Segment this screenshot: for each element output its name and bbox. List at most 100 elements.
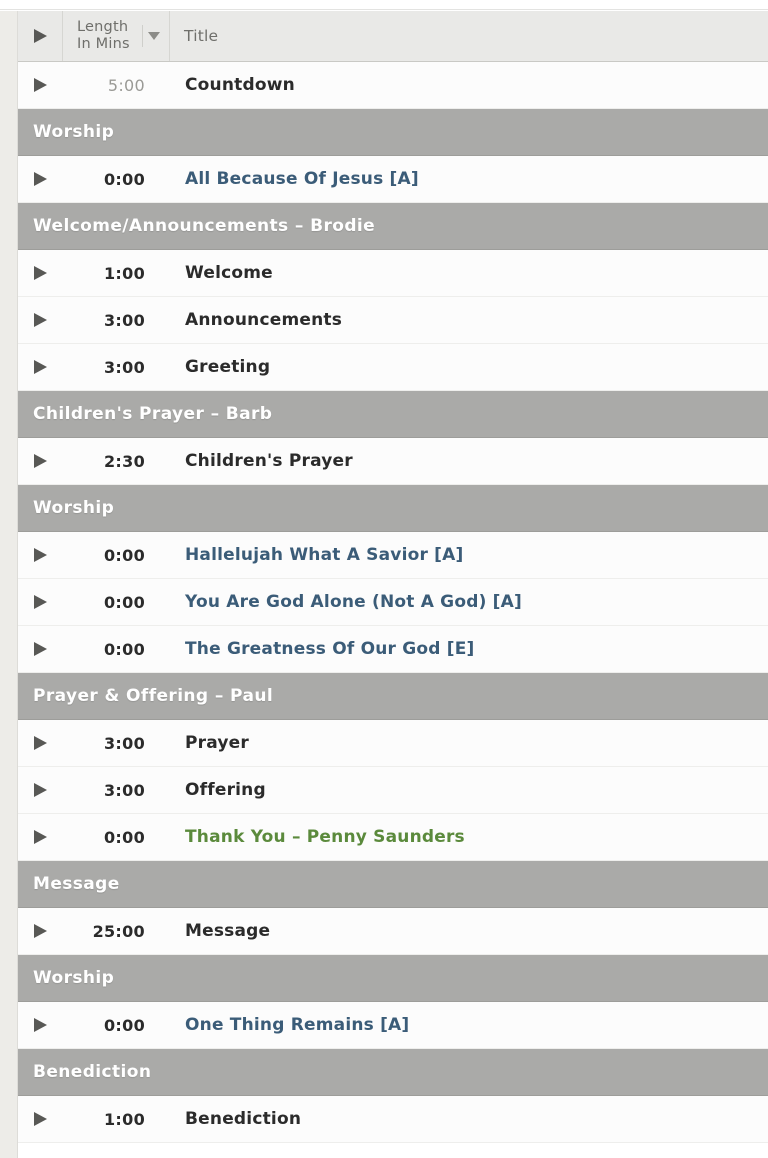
- row-title-cell: Welcome: [185, 263, 273, 283]
- row-length-cell: 1:00: [104, 1109, 145, 1129]
- row-length-cell: 0:00: [104, 592, 145, 612]
- table-row[interactable]: 5:00 Countdown: [18, 62, 768, 109]
- row-title-cell[interactable]: You Are God Alone (Not A God) [A]: [170, 592, 768, 612]
- play-icon: [34, 736, 47, 750]
- row-length-cell: 2:30: [104, 451, 145, 471]
- table-row[interactable]: 0:00 You Are God Alone (Not A God) [A]: [18, 579, 768, 626]
- plan-rows: 5:00 Countdown Worship 0:00 All Because Of J…: [18, 62, 768, 1143]
- table-row[interactable]: 2:30 Children's Prayer: [18, 438, 768, 485]
- row-play-button[interactable]: [18, 642, 63, 656]
- table-row[interactable]: 0:00 Hallelujah What A Savior [A]: [18, 532, 768, 579]
- window-top-strip: [0, 0, 768, 10]
- row-length-cell: 1:00: [104, 263, 145, 283]
- table-header-row: Length In Mins Title: [18, 11, 768, 62]
- row-length-cell: 0:00: [104, 1015, 145, 1035]
- row-title-cell[interactable]: All Because Of Jesus [A]: [170, 169, 768, 189]
- row-play-button[interactable]: [18, 454, 63, 468]
- row-play-button[interactable]: [18, 266, 63, 280]
- play-icon: [34, 313, 47, 327]
- section-header-label: Benediction: [33, 1062, 152, 1082]
- header-length-label-line1: Length: [77, 19, 129, 35]
- play-icon: [34, 924, 47, 938]
- row-title-cell[interactable]: Thank You – Penny Saunders: [170, 827, 768, 847]
- row-title-cell: Greeting: [185, 357, 271, 377]
- table-row[interactable]: 3:00 Offering: [18, 767, 768, 814]
- row-length-cell: 0:00: [104, 169, 145, 189]
- row-play-button[interactable]: [18, 313, 63, 327]
- row-length-cell: 25:00: [92, 921, 145, 941]
- section-header-row[interactable]: Worship: [18, 109, 768, 156]
- header-length-label-line2: In Mins: [77, 36, 130, 52]
- section-header-row[interactable]: Worship: [18, 955, 768, 1002]
- row-play-button[interactable]: [18, 830, 63, 844]
- section-header-label: Worship: [33, 968, 115, 988]
- row-title-cell: Prayer: [185, 733, 249, 753]
- chevron-down-icon[interactable]: [148, 32, 160, 40]
- play-icon: [33, 29, 47, 43]
- row-play-button[interactable]: [18, 172, 63, 186]
- play-icon: [34, 548, 47, 562]
- header-title-label: Title: [184, 27, 219, 45]
- play-icon: [34, 172, 47, 186]
- play-icon: [34, 78, 47, 92]
- row-play-button[interactable]: [18, 1112, 63, 1126]
- row-play-button[interactable]: [18, 783, 63, 797]
- row-title-cell[interactable]: One Thing Remains [A]: [170, 1015, 768, 1035]
- play-icon: [34, 1018, 47, 1032]
- section-header-row[interactable]: Benediction: [18, 1049, 768, 1096]
- row-title-cell[interactable]: Hallelujah What A Savior [A]: [170, 545, 768, 565]
- section-header-row[interactable]: Prayer & Offering – Paul: [18, 673, 768, 720]
- play-icon: [34, 266, 47, 280]
- row-length-cell: 0:00: [104, 545, 145, 565]
- play-icon: [34, 642, 47, 656]
- table-row[interactable]: 0:00 Thank You – Penny Saunders: [18, 814, 768, 861]
- row-play-button[interactable]: [18, 360, 63, 374]
- table-row[interactable]: 1:00 Benediction: [18, 1096, 768, 1143]
- plan-table: Length In Mins Title 5:00 Countdown Worshi…: [18, 11, 768, 1158]
- row-title-cell[interactable]: The Greatness Of Our God [E]: [170, 639, 768, 659]
- section-header-row[interactable]: Worship: [18, 485, 768, 532]
- play-icon: [34, 830, 47, 844]
- row-play-button[interactable]: [18, 548, 63, 562]
- row-play-button[interactable]: [18, 924, 63, 938]
- row-play-button[interactable]: [18, 78, 63, 92]
- play-icon: [34, 360, 47, 374]
- row-length-cell: 3:00: [104, 310, 145, 330]
- row-title-cell: Benediction: [185, 1109, 302, 1129]
- row-length-cell: 0:00: [104, 639, 145, 659]
- section-header-row[interactable]: Welcome/Announcements – Brodie: [18, 203, 768, 250]
- table-row[interactable]: 0:00 One Thing Remains [A]: [18, 1002, 768, 1049]
- table-row[interactable]: 1:00 Welcome: [18, 250, 768, 297]
- left-gutter-divider: [17, 11, 18, 1158]
- row-play-button[interactable]: [18, 1018, 63, 1032]
- table-row[interactable]: 0:00 The Greatness Of Our God [E]: [18, 626, 768, 673]
- row-length-cell: 5:00: [107, 75, 145, 95]
- row-length-cell: 3:00: [104, 733, 145, 753]
- section-header-row[interactable]: Message: [18, 861, 768, 908]
- row-title-cell: Children's Prayer: [185, 451, 353, 471]
- header-play-column[interactable]: [18, 11, 63, 61]
- table-row[interactable]: 25:00 Message: [18, 908, 768, 955]
- section-header-label: Worship: [33, 498, 115, 518]
- table-row[interactable]: 3:00 Greeting: [18, 344, 768, 391]
- header-length-separator: [142, 25, 143, 47]
- header-title-column[interactable]: Title: [170, 11, 768, 61]
- table-row[interactable]: 0:00 All Because Of Jesus [A]: [18, 156, 768, 203]
- table-row[interactable]: 3:00 Announcements: [18, 297, 768, 344]
- row-title-cell: Countdown: [185, 75, 295, 95]
- row-title-cell: Message: [185, 921, 271, 941]
- play-icon: [34, 783, 47, 797]
- table-row[interactable]: 3:00 Prayer: [18, 720, 768, 767]
- section-header-label: Message: [33, 874, 120, 894]
- section-header-row[interactable]: Children's Prayer – Barb: [18, 391, 768, 438]
- play-icon: [34, 1112, 47, 1126]
- header-length-column[interactable]: Length In Mins: [63, 11, 170, 61]
- row-title-cell: Announcements: [185, 310, 343, 330]
- section-header-label: Prayer & Offering – Paul: [33, 686, 274, 706]
- row-play-button[interactable]: [18, 595, 63, 609]
- section-header-label: Children's Prayer – Barb: [33, 404, 273, 424]
- left-gutter: [0, 11, 18, 1158]
- row-play-button[interactable]: [18, 736, 63, 750]
- service-plan-window: Length In Mins Title 5:00 Countdown Worshi…: [0, 0, 768, 1158]
- row-title-cell: Offering: [185, 780, 266, 800]
